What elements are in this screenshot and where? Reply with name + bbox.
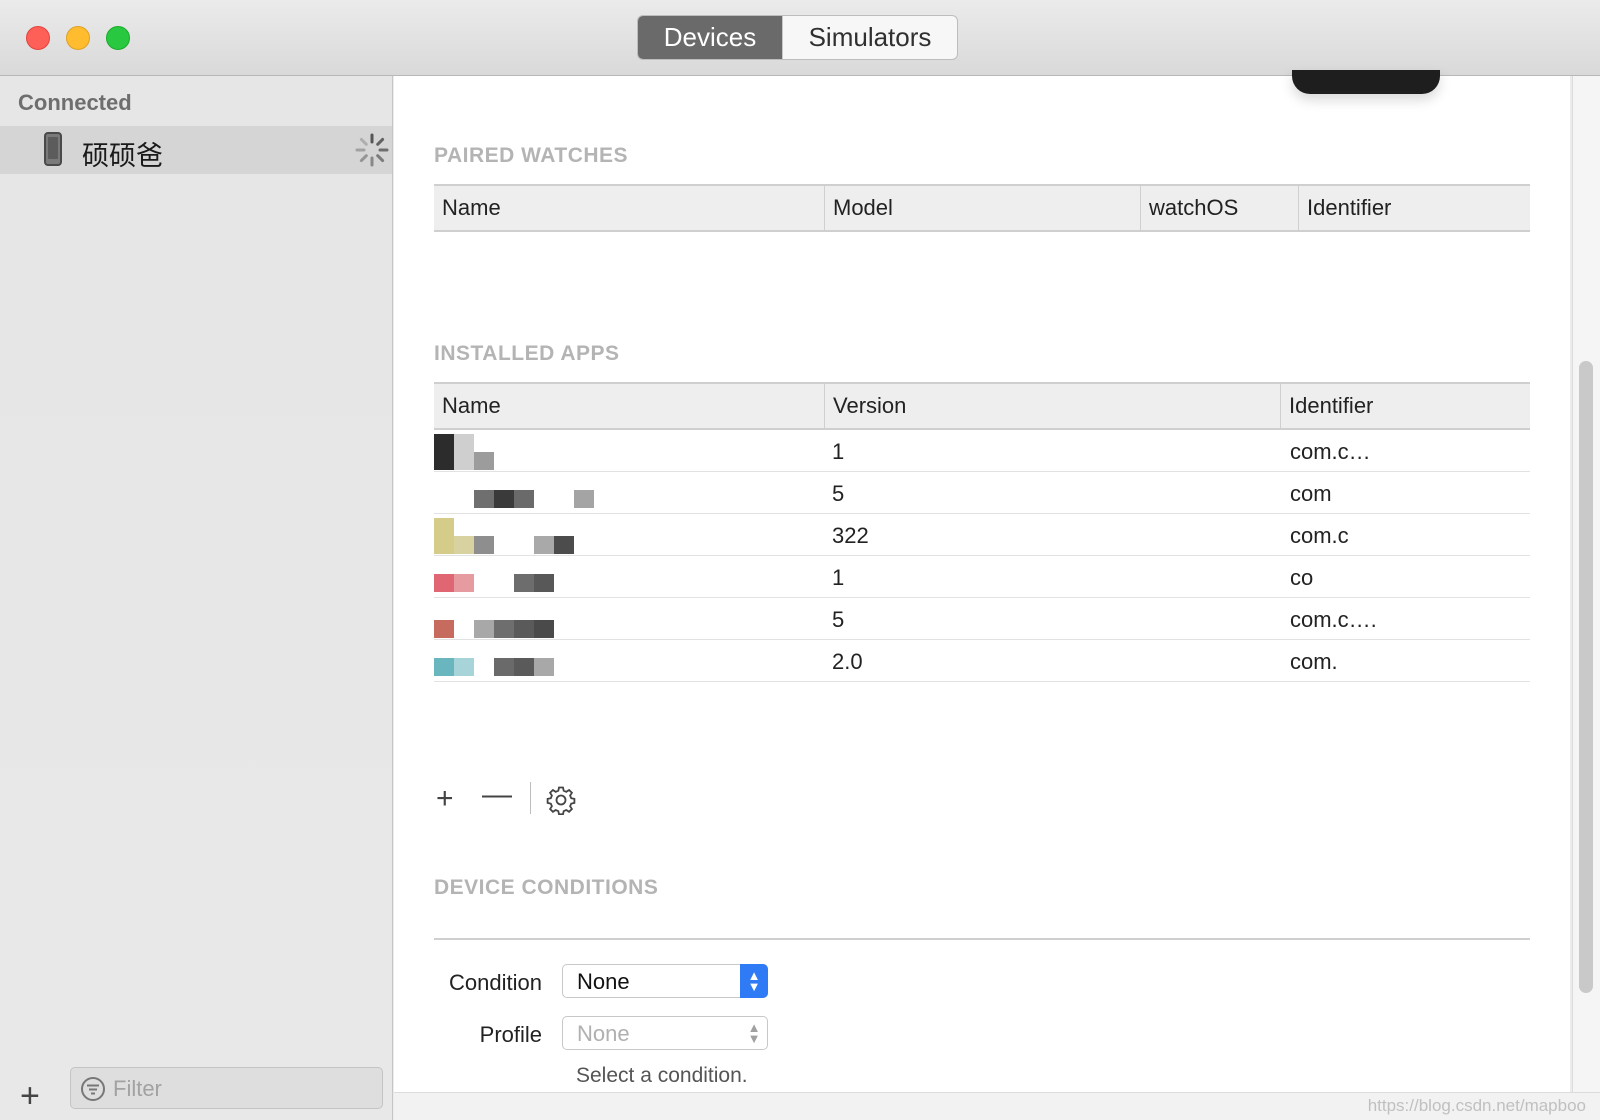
filter-field[interactable] bbox=[70, 1067, 383, 1109]
profile-select: None ▲ ▼ bbox=[562, 1016, 768, 1050]
iphone-icon bbox=[44, 132, 62, 166]
column-header-version[interactable]: Version bbox=[824, 384, 1280, 428]
title-bar: Devices Simulators bbox=[0, 0, 1600, 76]
column-header-name[interactable]: Name bbox=[434, 384, 824, 428]
tab-simulators[interactable]: Simulators bbox=[782, 16, 957, 59]
device-image bbox=[1292, 70, 1440, 94]
zoom-window-button[interactable] bbox=[106, 26, 130, 50]
installed-apps-table-header: Name Version Identifier bbox=[434, 382, 1530, 430]
minimize-window-button[interactable] bbox=[66, 26, 90, 50]
app-version: 1 bbox=[832, 565, 845, 590]
vertical-scrollbar[interactable] bbox=[1572, 76, 1600, 1092]
sidebar-item-device[interactable]: 硕硕爸 bbox=[0, 126, 392, 174]
table-row[interactable]: 1 co bbox=[434, 556, 1530, 598]
app-identifier: co bbox=[1290, 565, 1314, 590]
paired-watches-table-header: Name Model watchOS Identifier bbox=[434, 184, 1530, 232]
condition-select[interactable]: None ▲ ▼ bbox=[562, 964, 768, 998]
device-detail-pane: PAIRED WATCHES Name Model watchOS Identi… bbox=[394, 70, 1570, 1092]
condition-select-value: None bbox=[577, 969, 630, 994]
toolbar-divider bbox=[530, 782, 531, 814]
app-identifier: com bbox=[1290, 481, 1332, 506]
sidebar-section-header: Connected bbox=[18, 90, 132, 115]
add-app-button[interactable]: + bbox=[436, 784, 454, 814]
chevron-updown-icon: ▲ ▼ bbox=[740, 964, 768, 998]
column-header-identifier[interactable]: Identifier bbox=[1298, 186, 1530, 230]
profile-label: Profile bbox=[479, 1022, 542, 1047]
column-header-watchos[interactable]: watchOS bbox=[1140, 186, 1298, 230]
devices-simulators-segmented-control: Devices Simulators bbox=[637, 15, 958, 60]
gear-icon[interactable] bbox=[546, 785, 576, 815]
add-device-button[interactable]: + bbox=[20, 1079, 40, 1113]
app-version: 5 bbox=[832, 481, 845, 506]
remove-app-button[interactable]: — bbox=[482, 780, 512, 810]
bottom-strip: https://blog.csdn.net/mapboo bbox=[394, 1092, 1600, 1120]
installed-apps-title: INSTALLED APPS bbox=[434, 342, 620, 365]
chevron-updown-icon: ▲ ▼ bbox=[747, 1020, 761, 1046]
column-header-model[interactable]: Model bbox=[824, 186, 1140, 230]
app-version: 322 bbox=[832, 523, 869, 548]
condition-hint: Select a condition. bbox=[576, 1064, 748, 1087]
column-header-name[interactable]: Name bbox=[434, 186, 824, 230]
table-row[interactable]: 5 com bbox=[434, 472, 1530, 514]
app-version: 5 bbox=[832, 607, 845, 632]
table-row[interactable]: 1 com.c… bbox=[434, 430, 1530, 472]
loading-spinner-icon bbox=[355, 133, 389, 167]
table-row[interactable]: 2.0 com. bbox=[434, 640, 1530, 682]
app-version: 2.0 bbox=[832, 649, 863, 674]
scrollbar-thumb[interactable] bbox=[1579, 361, 1593, 993]
tab-devices[interactable]: Devices bbox=[638, 16, 782, 59]
app-identifier: com.c…. bbox=[1290, 607, 1377, 632]
paired-watches-title: PAIRED WATCHES bbox=[434, 144, 629, 167]
watermark: https://blog.csdn.net/mapboo bbox=[1367, 1096, 1586, 1115]
table-row[interactable]: 322 com.c bbox=[434, 514, 1530, 556]
device-name: 硕硕爸 bbox=[82, 141, 163, 171]
filter-input[interactable] bbox=[113, 1074, 373, 1104]
app-identifier: com. bbox=[1290, 649, 1338, 674]
close-window-button[interactable] bbox=[26, 26, 50, 50]
section-divider bbox=[434, 938, 1530, 940]
sidebar: Connected 硕硕爸 + bbox=[0, 76, 393, 1120]
device-conditions-title: DEVICE CONDITIONS bbox=[434, 876, 659, 899]
condition-label: Condition bbox=[449, 970, 542, 995]
app-identifier: com.c bbox=[1290, 523, 1349, 548]
profile-select-value: None bbox=[577, 1021, 630, 1046]
table-row[interactable]: 5 com.c…. bbox=[434, 598, 1530, 640]
column-header-identifier[interactable]: Identifier bbox=[1280, 384, 1530, 428]
filter-icon bbox=[81, 1077, 105, 1101]
app-version: 1 bbox=[832, 439, 845, 464]
app-identifier: com.c… bbox=[1290, 439, 1371, 464]
